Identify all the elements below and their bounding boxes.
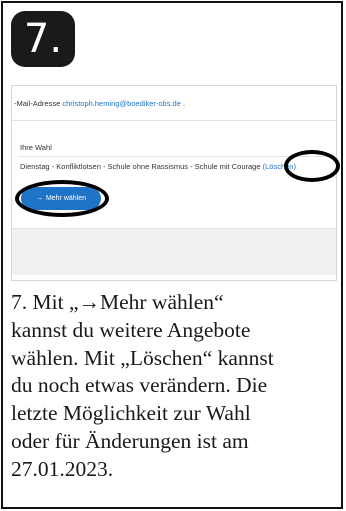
email-label: -Mail-Adresse bbox=[14, 99, 61, 108]
caption-line: wählen. Mit „Löschen“ kannst bbox=[11, 345, 274, 370]
caption-line: letzte Möglichkeit zur Wahl bbox=[11, 401, 251, 426]
instruction-card: 7. -Mail-Adresse christoph.heming@boedik… bbox=[1, 1, 343, 509]
choice-heading: Ihre Wahl bbox=[20, 143, 52, 152]
more-button-highlight-ring bbox=[15, 180, 109, 217]
choice-line: Dienstag - Konfliktlotsen - Schule ohne … bbox=[20, 162, 296, 171]
caption-line: 27.01.2023. bbox=[11, 456, 114, 481]
step-number-badge: 7. bbox=[11, 11, 75, 67]
caption-line: oder für Änderungen ist am bbox=[11, 428, 249, 453]
step-number: 7. bbox=[23, 16, 63, 62]
caption-line: kannst du weitere Angebote bbox=[11, 317, 251, 342]
panel-footer bbox=[12, 228, 336, 275]
email-line: -Mail-Adresse christoph.heming@boediker-… bbox=[14, 99, 185, 108]
choice-divider bbox=[18, 156, 330, 157]
screenshot-panel: -Mail-Adresse christoph.heming@boediker-… bbox=[11, 85, 340, 281]
caption-line: du noch etwas verändern. Die bbox=[11, 373, 268, 398]
email-value[interactable]: christoph.heming@boediker-obs.de bbox=[62, 99, 181, 108]
caption-line: 7. Mit „→Mehr wählen“ bbox=[11, 290, 224, 314]
email-suffix: . bbox=[182, 99, 186, 108]
delete-highlight-ring bbox=[284, 150, 340, 182]
email-row: -Mail-Adresse christoph.heming@boediker-… bbox=[12, 86, 336, 121]
instruction-caption: 7. Mit „→Mehr wählen“ kannst du weitere … bbox=[11, 289, 341, 484]
choice-text: Dienstag - Konfliktlotsen - Schule ohne … bbox=[20, 162, 261, 171]
